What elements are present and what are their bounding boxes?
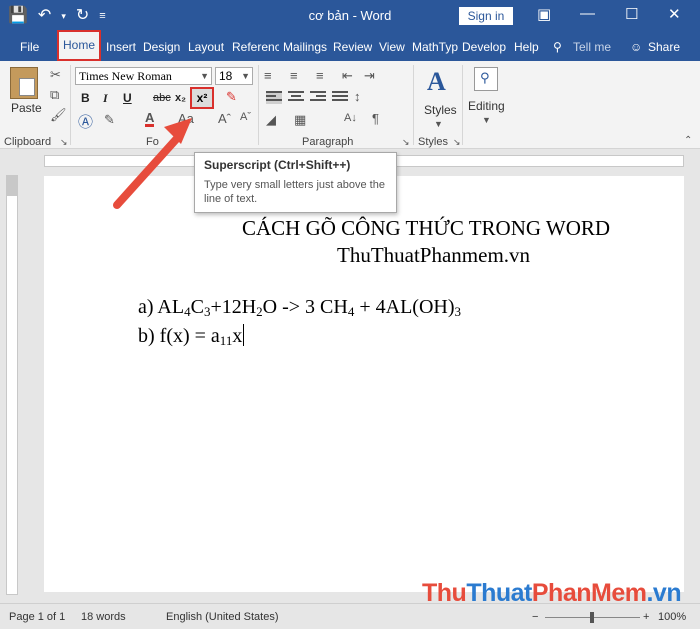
page-count[interactable]: Page 1 of 1 [9, 611, 65, 623]
annotation-arrow-icon [113, 118, 192, 209]
watermark-part: Thuat [466, 579, 532, 607]
language-indicator[interactable]: English (United States) [166, 611, 279, 623]
zoom-out-icon[interactable]: − [532, 611, 538, 623]
zoom-level[interactable]: 100% [658, 611, 686, 623]
watermark-part: Thu [422, 579, 467, 607]
word-count[interactable]: 18 words [81, 611, 126, 623]
zoom-slider-thumb[interactable] [590, 612, 594, 623]
watermark: ThuThuatPhanMem.vn [422, 579, 682, 608]
watermark-part: PhanMem [531, 579, 647, 607]
watermark-part: .vn [646, 579, 682, 607]
zoom-in-icon[interactable]: + [643, 611, 649, 623]
